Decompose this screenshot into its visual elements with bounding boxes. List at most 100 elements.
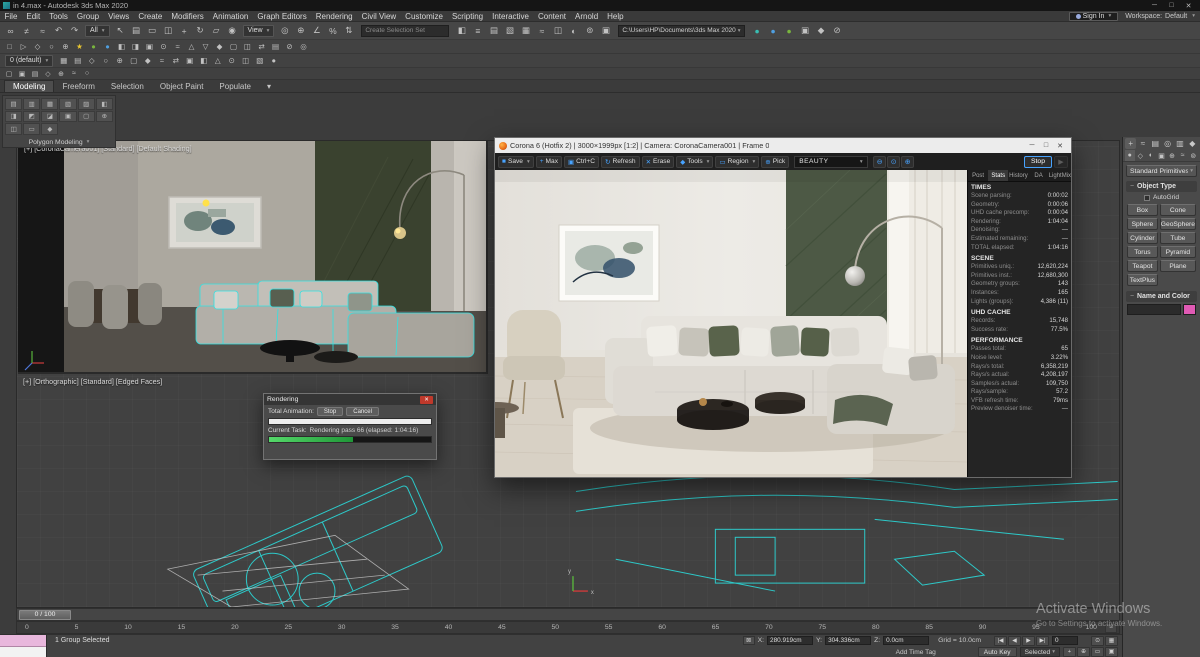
auto-key-button[interactable]: Auto Key	[978, 647, 1017, 657]
torus-button[interactable]: Torus	[1127, 246, 1158, 258]
cone-button[interactable]: Cone	[1160, 204, 1196, 216]
tools-button[interactable]: ◆Tools▾	[676, 156, 713, 168]
ribbon-button-icon[interactable]: ▣	[59, 111, 76, 123]
render-setup-icon[interactable]: ⊚	[582, 24, 597, 38]
toolbar-icon[interactable]: ▤	[29, 69, 41, 79]
ribbon-toggle-icon[interactable]: ▦	[518, 24, 533, 38]
menu-file[interactable]: File	[0, 12, 22, 21]
display-tab-icon[interactable]: ▥	[1174, 138, 1185, 149]
toolbar-icon[interactable]: ▽	[199, 41, 212, 53]
helpers-category-icon[interactable]: ⊕	[1167, 150, 1177, 161]
render-production-icon[interactable]: ●	[750, 24, 765, 38]
dock-max-button[interactable]: +Max	[536, 156, 562, 168]
toolbar-icon[interactable]: ▢	[3, 69, 15, 79]
ribbon-button-icon[interactable]: ▥	[23, 98, 40, 110]
ribbon-config-caret[interactable]: ▾	[259, 81, 279, 92]
toolbar-icon[interactable]: ⊙	[225, 55, 238, 67]
curve-editor-icon[interactable]: ≈	[534, 24, 549, 38]
ribbon-button-icon[interactable]: ◫	[5, 123, 22, 135]
corona-titlebar[interactable]: Corona 6 (Hotfix 2) | 3000×1999px [1:2] …	[495, 138, 1071, 153]
scene-explorer-icon[interactable]: ▤	[486, 24, 501, 38]
menu-content[interactable]: Content	[534, 12, 571, 21]
toolbar-icon[interactable]: ◎	[297, 41, 310, 53]
toolbar-icon[interactable]: ▢	[127, 55, 140, 67]
select-and-link-icon[interactable]: ∞	[3, 24, 18, 38]
macro-recorder-pane[interactable]	[0, 635, 46, 647]
soft-selection-icon[interactable]: ●	[87, 41, 100, 53]
zoom-icon[interactable]: ⊕	[1077, 647, 1090, 657]
box-button[interactable]: Box	[1127, 204, 1158, 216]
selection-lock-toggle[interactable]: ⊠	[743, 636, 755, 645]
geosphere-button[interactable]: GeoSphere	[1160, 218, 1196, 230]
menu-arnold[interactable]: Arnold	[571, 12, 603, 21]
create-tab-icon[interactable]: +	[1125, 138, 1136, 149]
object-type-rollout-header[interactable]: − Object Type	[1126, 181, 1197, 192]
zoom-out-button[interactable]: ⊖	[873, 156, 886, 168]
menu-create[interactable]: Create	[134, 12, 167, 21]
toolbar-icon[interactable]: ◧	[115, 41, 128, 53]
use-pivot-point-icon[interactable]: ◎	[277, 24, 292, 38]
object-color-swatch[interactable]	[1183, 304, 1196, 315]
toolbar-icon[interactable]: ▦	[57, 55, 70, 67]
select-by-name-icon[interactable]: ▤	[129, 24, 144, 38]
ribbon-button-icon[interactable]: ◪	[41, 111, 58, 123]
toolbar-icon[interactable]: ▷	[17, 41, 30, 53]
toolbar-icon[interactable]: ⊕	[59, 41, 72, 53]
paint-deform-icon[interactable]: ●	[101, 41, 114, 53]
space-warps-category-icon[interactable]: ≈	[1178, 150, 1188, 161]
tab-selection[interactable]: Selection	[103, 81, 152, 92]
time-configuration-icon[interactable]: ▦	[1105, 636, 1118, 646]
corona-minimize-button[interactable]: ─	[1025, 142, 1039, 150]
state-sets-icon[interactable]: ◆	[814, 24, 829, 38]
add-time-tag[interactable]: Add Time Tag	[896, 649, 936, 656]
lights-category-icon[interactable]: ◐	[1146, 150, 1156, 161]
close-button[interactable]: ✕	[1180, 2, 1197, 10]
named-selection-set-input[interactable]	[361, 25, 449, 37]
toolbar-icon[interactable]: ◫	[239, 55, 252, 67]
hierarchy-tab-icon[interactable]: ▤	[1150, 138, 1161, 149]
selection-set-dropdown[interactable]: Selected ▾	[1020, 647, 1060, 657]
cameras-category-icon[interactable]: ▣	[1157, 150, 1167, 161]
redo-icon[interactable]: ↷	[67, 24, 82, 38]
region-button[interactable]: ▭Region▾	[715, 156, 759, 168]
tab-history[interactable]: History	[1008, 170, 1028, 181]
project-path-field[interactable]: C:\Users\HP\Documents\3ds Max 2020 ▾	[618, 25, 744, 37]
toolbar-icon[interactable]: ○	[45, 41, 58, 53]
tab-stats[interactable]: Stats	[988, 170, 1008, 181]
toolbar-icon[interactable]: ▤	[71, 55, 84, 67]
toolbar-icon[interactable]: ≈	[68, 69, 80, 79]
copy-button[interactable]: ▣Ctrl+C	[564, 156, 599, 168]
cylinder-button[interactable]: Cylinder	[1127, 232, 1158, 244]
toolbar-icon[interactable]: ⇄	[255, 41, 268, 53]
reference-coordinate-dropdown[interactable]: View▾	[243, 25, 275, 37]
toolbar-icon[interactable]: ▢	[227, 41, 240, 53]
utilities-tab-icon[interactable]: ◆	[1187, 138, 1198, 149]
tab-post[interactable]: Post	[968, 170, 988, 181]
minimize-button[interactable]: ─	[1146, 2, 1163, 10]
play-animation-button[interactable]: ▶	[1022, 636, 1035, 646]
toolbar-icon[interactable]: ≈	[171, 41, 184, 53]
menu-modifiers[interactable]: Modifiers	[167, 12, 208, 21]
save-button[interactable]: ■Save▾	[498, 156, 534, 168]
ribbon-button-icon[interactable]: ◆	[41, 123, 58, 135]
align-icon[interactable]: ≡	[470, 24, 485, 38]
tab-modeling[interactable]: Modeling	[4, 80, 54, 92]
listener-pane[interactable]	[0, 647, 46, 657]
z-coordinate-field[interactable]: 0.0cm	[883, 636, 929, 645]
toolbar-icon[interactable]: ◧	[197, 55, 210, 67]
ribbon-button-icon[interactable]: ⊕	[96, 111, 113, 123]
window-crossing-toggle-icon[interactable]: ◫	[161, 24, 176, 38]
start-render-button[interactable]: ▶	[1054, 156, 1068, 168]
ribbon-button-icon[interactable]: ▨	[78, 98, 95, 110]
pick-button[interactable]: ⊕Pick	[761, 156, 789, 168]
toolbar-icon[interactable]: ▣	[143, 41, 156, 53]
toolbar-icon[interactable]: ⊕	[113, 55, 126, 67]
geometry-category-icon[interactable]: ●	[1125, 150, 1135, 161]
toolbar-icon[interactable]: ●	[267, 55, 280, 67]
menu-customize[interactable]: Customize	[401, 12, 448, 21]
motion-tab-icon[interactable]: ◎	[1162, 138, 1173, 149]
polygon-modeling-label[interactable]: Polygon Modeling ▾	[3, 137, 115, 147]
toolbar-icon[interactable]: ▧	[253, 55, 266, 67]
bind-to-space-warp-icon[interactable]: ≈	[35, 24, 50, 38]
select-and-rotate-icon[interactable]: ↻	[193, 24, 208, 38]
